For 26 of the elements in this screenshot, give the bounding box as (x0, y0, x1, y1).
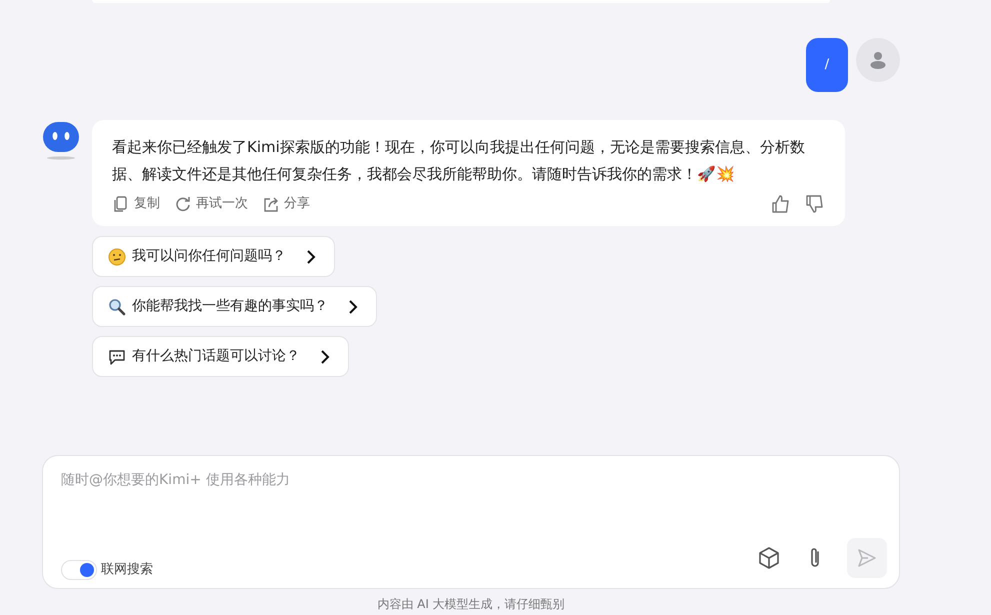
speech-bubble-icon (108, 348, 126, 366)
cube-icon[interactable] (757, 546, 781, 570)
thumbs-up-icon[interactable] (771, 194, 791, 214)
web-search-toggle[interactable] (61, 560, 97, 580)
retry-button[interactable]: 再试一次 (174, 194, 248, 214)
share-button[interactable]: 分享 (262, 194, 310, 214)
message-composer[interactable]: 随时@你想要的Kimi+ 使用各种能力 联网搜索 (42, 455, 900, 589)
magnifier-icon (108, 298, 126, 316)
chevron-right-icon (306, 250, 316, 264)
disclaimer-text: 内容由 AI 大模型生成，请仔细甄别 (376, 596, 566, 613)
send-icon (856, 547, 878, 569)
message-text: 看起来你已经触发了Kimi探索版的功能！现在，你可以向我提出任何问题，无论是需要搜索信息、分析数据、解读文件还是其他任何复杂任务，我都会尽我所能帮助你。请随时告诉我你的需求！🚀💥 (112, 138, 805, 183)
thumbs-down-icon[interactable] (805, 194, 825, 214)
chevron-right-icon (320, 350, 330, 364)
share-icon (262, 195, 280, 213)
copy-button[interactable]: 复制 (112, 194, 160, 214)
toggle-label: 联网搜索 (101, 561, 153, 580)
person-icon (869, 51, 887, 69)
thinking-face-icon (108, 248, 126, 266)
suggestion-button[interactable]: 你能帮我找一些有趣的事实吗？ (92, 286, 377, 327)
user-message: / (806, 38, 848, 92)
suggestion-button[interactable]: 我可以问你任何问题吗？ (92, 236, 335, 277)
refresh-icon (174, 195, 192, 213)
bot-avatar (42, 120, 80, 160)
chevron-right-icon (348, 300, 358, 314)
suggestion-button[interactable]: 有什么热门话题可以讨论？ (92, 336, 349, 377)
